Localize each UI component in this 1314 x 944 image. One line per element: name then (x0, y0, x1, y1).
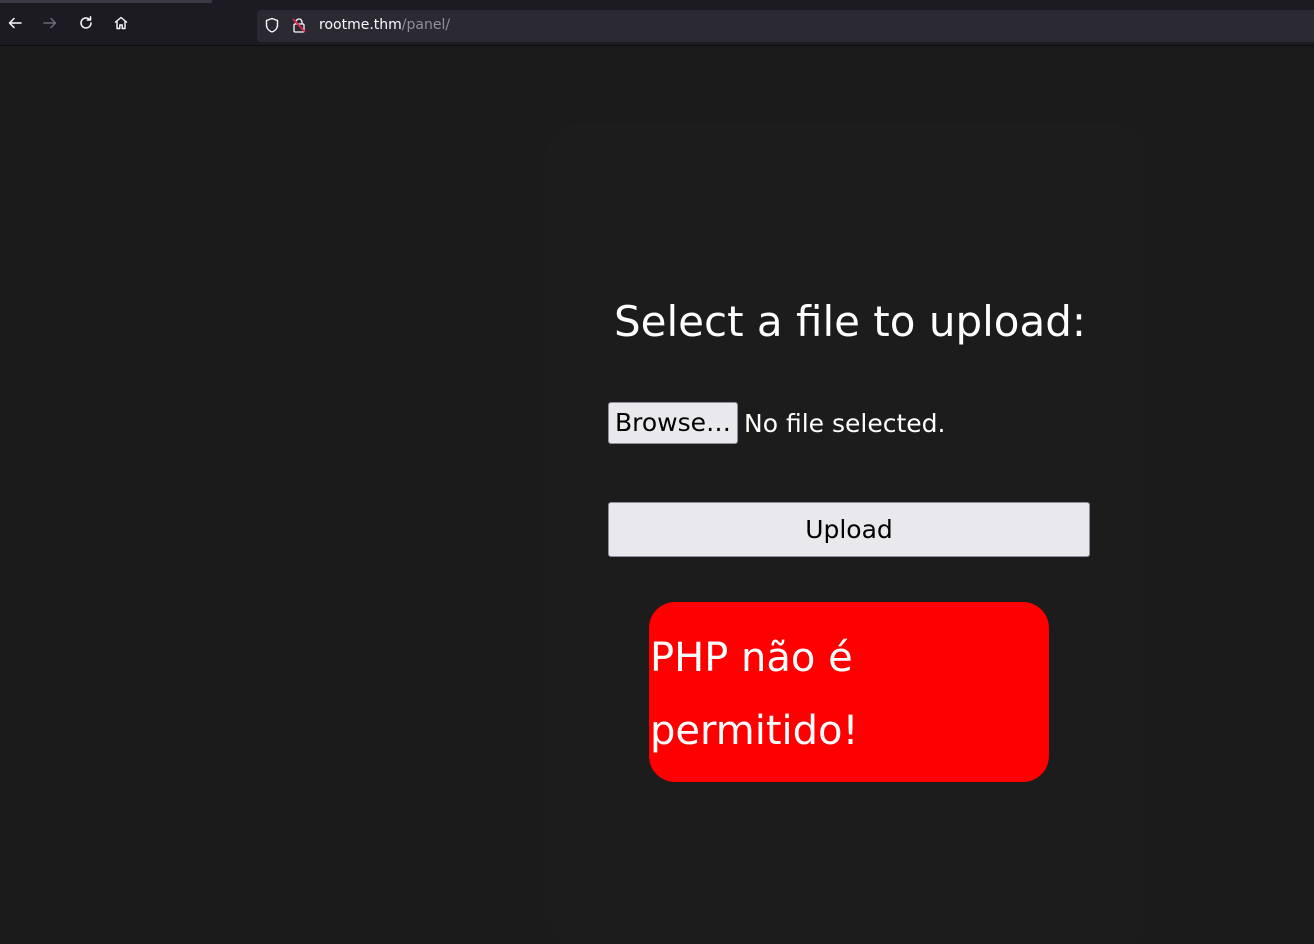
forward-button[interactable] (40, 13, 60, 33)
url-host: rootme.thm (319, 17, 402, 33)
error-message: PHP não é permitido! (650, 635, 859, 754)
url-path: /panel/ (401, 17, 451, 33)
insecure-lock-icon[interactable] (291, 17, 307, 34)
page-content (0, 46, 1314, 944)
error-alert: PHP não é permitido! (649, 602, 1049, 782)
browser-toolbar: rootme.thm/panel/ (0, 0, 1314, 46)
home-button[interactable] (111, 13, 131, 33)
url-text[interactable]: rootme.thm/panel/ (319, 16, 450, 34)
home-icon (114, 16, 128, 30)
tab-indicator (0, 0, 212, 3)
shield-icon[interactable] (264, 17, 280, 34)
page-title: Select a file to upload: (613, 297, 1087, 346)
address-bar[interactable]: rootme.thm/panel/ (257, 10, 1314, 42)
file-input[interactable]: Browse… No file selected. (608, 402, 945, 444)
reload-icon (80, 16, 92, 29)
file-status-label: No file selected. (744, 408, 946, 438)
arrow-right-icon (43, 17, 57, 29)
reload-button[interactable] (76, 13, 96, 33)
upload-button[interactable]: Upload (608, 502, 1090, 557)
browse-button[interactable]: Browse… (608, 402, 739, 444)
arrow-left-icon (8, 17, 22, 29)
back-button[interactable] (5, 13, 25, 33)
